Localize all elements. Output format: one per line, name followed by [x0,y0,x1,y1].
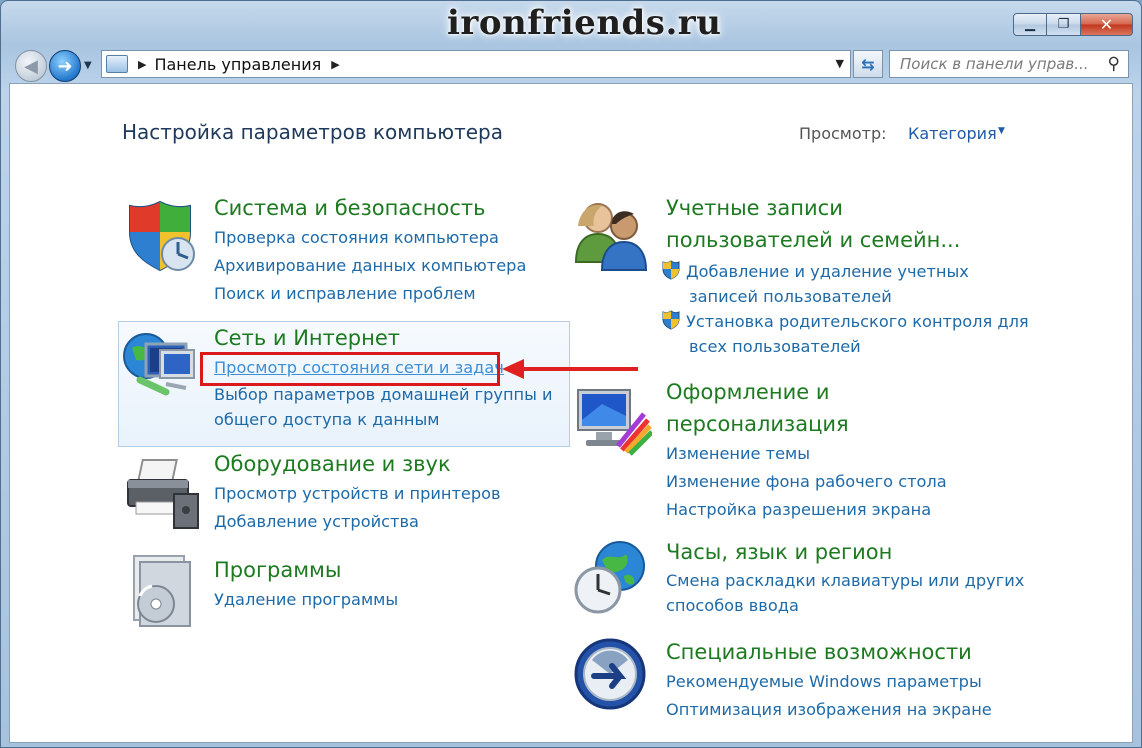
recent-pages-dropdown-icon[interactable]: ▼ [84,60,92,71]
clock-globe-icon[interactable] [572,536,652,616]
category-title[interactable]: Оборудование и звук [214,448,501,480]
accessibility-icon[interactable] [572,636,652,716]
link-text[interactable]: Установка родительского контроля для [686,312,1029,331]
category-title[interactable]: Система и безопасность [214,192,526,224]
category-hardware-sound: Оборудование и звук Просмотр устройств и… [214,448,501,536]
link-change-input-methods[interactable]: способов ввода [666,593,1024,618]
users-icon[interactable] [572,196,652,276]
category-title[interactable]: Сеть и Интернет [214,322,553,354]
shield-icon[interactable] [122,196,202,276]
link-troubleshoot[interactable]: Поиск и исправление проблем [214,280,526,308]
refresh-button[interactable]: ⇆ [853,50,883,78]
link-parental-controls[interactable]: Установка родительского контроля для [662,309,1029,334]
page-title: Настройка параметров компьютера [122,120,503,144]
link-backup-computer[interactable]: Архивирование данных компьютера [214,252,526,280]
address-bar[interactable]: ▶ Панель управления ▶ ▼ [101,50,851,78]
link-add-remove-accounts[interactable]: Добавление и удаление учетных [662,259,1029,284]
annotation-arrow [520,367,638,371]
link-view-devices-printers[interactable]: Просмотр устройств и принтеров [214,480,501,508]
view-label: Просмотр: [799,124,887,143]
monitor-palette-icon[interactable] [572,380,652,460]
category-title-line1[interactable]: Оформление и [666,376,947,408]
refresh-icon: ⇆ [861,54,875,74]
programs-disc-icon[interactable] [122,552,202,632]
link-uninstall-program[interactable]: Удаление программы [214,586,398,614]
link-sharing-options[interactable]: общего доступа к данным [214,407,553,432]
uac-shield-icon [662,310,680,330]
maximize-button[interactable]: ❐ [1047,13,1081,36]
content-pane: Настройка параметров компьютера Просмотр… [9,83,1133,743]
control-panel-window: ironfriends.ru ▁ ❐ ✕ ◀ ➜ ▼ ▶ Панель упра… [0,0,1142,748]
category-title-line2[interactable]: персонализация [666,408,947,440]
link-text[interactable]: Добавление и удаление учетных [686,262,969,281]
link-change-theme[interactable]: Изменение темы [666,440,947,468]
navigation-bar: ◀ ➜ ▼ ▶ Панель управления ▶ ▼ ⇆ ⚲ [1,45,1141,83]
view-by-dropdown[interactable]: Категория [908,124,997,143]
watermark: ironfriends.ru [447,3,722,43]
search-box[interactable]: ⚲ [889,50,1129,78]
link-screen-resolution[interactable]: Настройка разрешения экрана [666,496,947,524]
link-parental-controls-cont[interactable]: всех пользователей [662,334,1029,359]
link-add-device[interactable]: Добавление устройства [214,508,501,536]
title-bar[interactable]: ironfriends.ru ▁ ❐ ✕ [1,1,1141,45]
category-system-security: Система и безопасность Проверка состояни… [214,192,526,308]
annotation-arrow-head [502,359,524,379]
link-change-keyboard[interactable]: Смена раскладки клавиатуры или других [666,568,1024,593]
link-change-desktop-background[interactable]: Изменение фона рабочего стола [666,468,947,496]
category-title[interactable]: Программы [214,554,398,586]
link-optimize-display[interactable]: Оптимизация изображения на экране [666,696,992,724]
category-title-line1[interactable]: Учетные записи [666,192,960,224]
minimize-button[interactable]: ▁ [1013,13,1047,36]
link-check-computer-status[interactable]: Проверка состояния компьютера [214,224,526,252]
annotation-highlight-box [200,352,500,386]
user-accounts-links: Добавление и удаление учетных записей по… [662,259,1029,359]
forward-button[interactable]: ➜ [49,50,81,82]
breadcrumb-chevron-icon[interactable]: ▶ [331,58,339,71]
view-dropdown-caret-icon[interactable]: ▼ [998,126,1005,136]
link-add-remove-accounts-cont[interactable]: записей пользователей [662,284,1029,309]
category-clock-language-region: Часы, язык и регион Смена раскладки клав… [666,536,1024,618]
uac-shield-icon [662,260,680,280]
category-appearance: Оформление и персонализация Изменение те… [666,376,947,524]
printer-icon[interactable] [122,454,202,534]
breadcrumb-chevron-icon[interactable]: ▶ [138,58,146,71]
category-programs: Программы Удаление программы [214,554,398,614]
address-dropdown-icon[interactable]: ▼ [836,57,844,70]
category-title-line2[interactable]: пользователей и семейн... [666,224,960,256]
link-recommended-settings[interactable]: Рекомендуемые Windows параметры [666,668,992,696]
close-button[interactable]: ✕ [1081,13,1133,36]
search-input[interactable] [900,55,1106,73]
breadcrumb-control-panel[interactable]: Панель управления [154,55,321,74]
category-title[interactable]: Специальные возможности [666,636,992,668]
category-user-accounts: Учетные записи пользователей и семейн... [666,192,960,256]
search-icon[interactable]: ⚲ [1108,54,1120,74]
back-button[interactable]: ◀ [15,50,47,82]
network-globe-icon[interactable] [122,328,202,408]
category-title[interactable]: Часы, язык и регион [666,536,1024,568]
category-ease-of-access: Специальные возможности Рекомендуемые Wi… [666,636,992,724]
window-controls: ▁ ❐ ✕ [1013,13,1133,36]
control-panel-icon [106,55,128,73]
